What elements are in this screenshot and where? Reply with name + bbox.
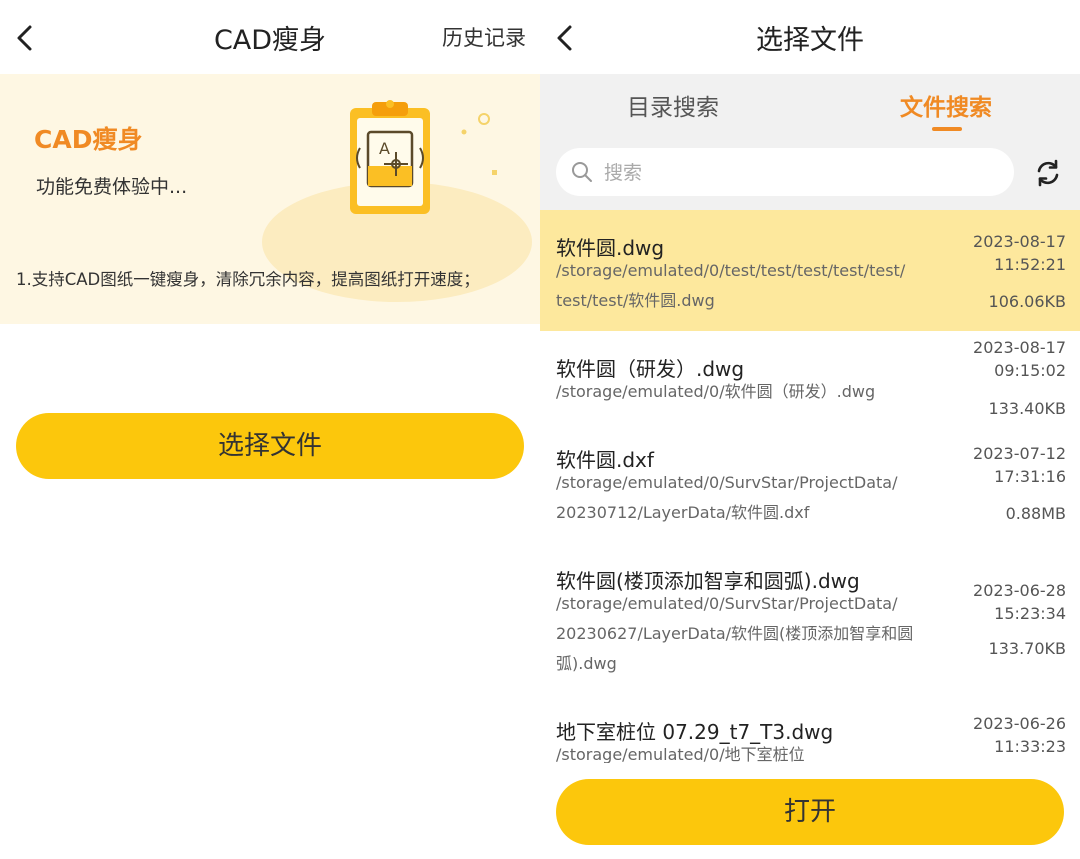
file-size: 133.40KB [988,399,1066,418]
refresh-icon[interactable] [1033,158,1063,188]
page-title: 选择文件 [756,25,864,56]
top-bar: CAD瘦身 历史记录 [0,0,540,74]
open-button[interactable]: 打开 [556,779,1064,845]
search-input[interactable] [602,154,996,192]
file-date: 2023-08-17 [973,232,1066,251]
clipboard-icon: A [350,100,497,214]
feature-banner: CAD瘦身 功能免费体验中... A 1.支持CAD图纸一键瘦身，清除冗余内容，… [0,74,540,324]
file-path-line: /storage/emulated/0/test/test/test/test/… [556,261,906,280]
search-panel: 目录搜索 文件搜索 [540,74,1080,210]
file-date: 2023-06-26 [973,714,1066,733]
file-modified: 2023-08-17 09:15:02 [946,336,1066,382]
file-path-line: /storage/emulated/0/SurvStar/ProjectData… [556,473,898,492]
file-list-item[interactable]: 软件圆.dxf /storage/emulated/0/SurvStar/Pro… [540,422,1080,544]
feature-description: 1.支持CAD图纸一键瘦身，清除冗余内容，提高图纸打开速度； [16,270,480,289]
tab-file-search[interactable]: 文件搜索 [900,88,992,122]
file-path-line: 弧).dwg [556,654,617,673]
file-list-item[interactable]: 软件圆（研发）.dwg /storage/emulated/0/软件圆（研发）.… [540,331,1080,423]
file-size: 133.70KB [988,639,1066,658]
file-path-line: /storage/emulated/0/地下室桩位 [556,745,805,763]
file-size: 0.88MB [1005,504,1066,523]
banner-title: CAD瘦身 [34,125,143,154]
file-path: /storage/emulated/0/test/test/test/test/… [556,256,956,316]
file-time: 17:31:16 [994,467,1066,486]
file-time: 11:52:21 [994,255,1066,274]
cad-slim-screen: CAD瘦身 历史记录 CAD瘦身 功能免费体验中... A 1.支持CAD图纸一… [0,0,540,859]
select-file-screen: 选择文件 目录搜索 文件搜索 软件圆.dwg /storage/emulated… [540,0,1080,859]
file-modified: 2023-08-17 11:52:21 [946,230,1066,276]
file-path-line: /storage/emulated/0/软件圆（研发）.dwg [556,382,876,401]
top-bar: 选择文件 [540,0,1080,74]
file-path: /storage/emulated/0/SurvStar/ProjectData… [556,589,956,679]
file-list-item[interactable]: 软件圆(楼顶添加智享和圆弧).dwg /storage/emulated/0/S… [540,543,1080,695]
banner-subtitle: 功能免费体验中... [36,176,188,198]
active-tab-indicator [932,127,962,131]
select-file-button[interactable]: 选择文件 [16,413,524,479]
file-date: 2023-06-28 [973,581,1066,600]
file-path-line: test/test/软件圆.dwg [556,291,715,310]
tab-directory-search[interactable]: 目录搜索 [627,88,719,122]
file-modified: 2023-07-12 17:31:16 [946,442,1066,488]
file-date: 2023-08-17 [973,338,1066,357]
file-path-line: 20230712/LayerData/软件圆.dxf [556,503,810,522]
file-time: 09:15:02 [994,361,1066,380]
file-list-item[interactable]: 软件圆.dwg /storage/emulated/0/test/test/te… [540,210,1080,332]
file-path: /storage/emulated/0/SurvStar/ProjectData… [556,468,956,528]
file-modified: 2023-06-26 11:33:23 [946,712,1066,758]
file-date: 2023-07-12 [973,444,1066,463]
file-list-item[interactable]: 地下室桩位 07.29_t7_T3.dwg /storage/emulated/… [540,694,1080,763]
clipboard-letter: A [379,139,390,158]
file-path-line: 20230627/LayerData/软件圆(楼顶添加智享和圆 [556,624,914,643]
bottom-bar: 打开 [540,763,1080,859]
file-path: /storage/emulated/0/地下室桩位 [556,740,956,763]
file-time: 11:33:23 [994,737,1066,756]
file-modified: 2023-06-28 15:23:34 [946,579,1066,625]
file-size: 106.06KB [988,292,1066,311]
search-icon [572,162,592,182]
file-list: 软件圆.dwg /storage/emulated/0/test/test/te… [540,210,1080,763]
file-path: /storage/emulated/0/软件圆（研发）.dwg [556,377,956,407]
file-time: 15:23:34 [994,604,1066,623]
file-path-line: /storage/emulated/0/SurvStar/ProjectData… [556,594,898,613]
history-link[interactable]: 历史记录 [442,22,526,52]
search-box[interactable] [556,148,1014,196]
